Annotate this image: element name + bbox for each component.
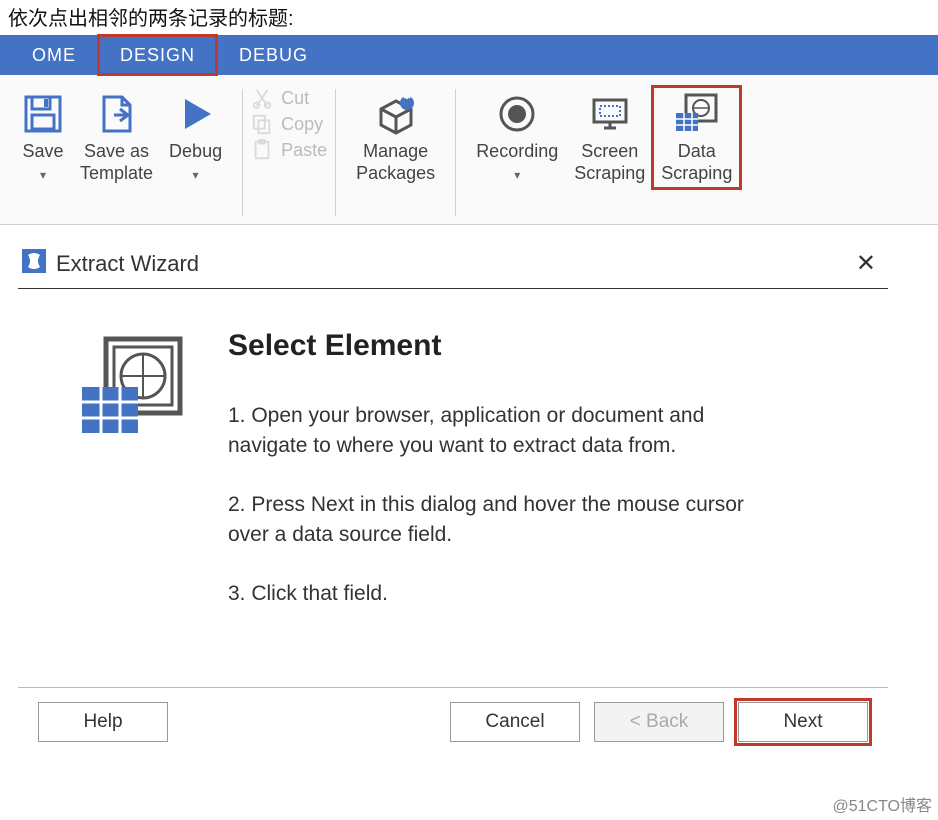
record-icon <box>495 91 539 137</box>
back-button: < Back <box>594 702 724 742</box>
data-scraping-label: Data Scraping <box>661 141 732 184</box>
tab-home[interactable]: OME <box>10 35 98 75</box>
play-icon <box>175 91 217 137</box>
next-button[interactable]: Next <box>738 702 868 742</box>
save-label: Save▾ <box>22 141 63 184</box>
paste-button: Paste <box>251 139 327 161</box>
step-1-text: 1. Open your browser, application or doc… <box>228 401 788 462</box>
cut-button: Cut <box>251 87 327 109</box>
manage-packages-label: Manage Packages <box>356 141 435 184</box>
copy-button: Copy <box>251 113 327 135</box>
dialog-title: Extract Wizard <box>56 251 199 277</box>
package-icon <box>373 91 419 137</box>
tab-debug[interactable]: DEBUG <box>217 35 330 75</box>
debug-button[interactable]: Debug▾ <box>161 87 230 188</box>
ribbon-group-file: Save▾ Save as Template Debug▾ <box>4 83 240 222</box>
dropdown-icon: ▾ <box>514 168 520 182</box>
step-2-text: 2. Press Next in this dialog and hover t… <box>228 490 788 551</box>
cancel-button[interactable]: Cancel <box>450 702 580 742</box>
separator <box>455 89 456 216</box>
manage-packages-button[interactable]: Manage Packages <box>348 87 443 188</box>
save-as-template-button[interactable]: Save as Template <box>72 87 161 188</box>
watermark-text: @51CTO博客 <box>832 792 932 816</box>
dialog-app-icon <box>22 249 46 278</box>
caption-text: 依次点出相邻的两条记录的标题: <box>0 0 938 35</box>
extract-wizard-dialog: Extract Wizard ✕ Select Element 1. Open … <box>18 243 888 760</box>
ribbon-group-clipboard: Cut Copy Paste <box>245 83 333 222</box>
dialog-titlebar: Extract Wizard ✕ <box>18 243 888 289</box>
screen-scraping-button[interactable]: Screen Scraping <box>566 87 653 188</box>
dialog-button-row: Help Cancel < Back Next <box>18 688 888 760</box>
monitor-icon <box>588 91 632 137</box>
paste-icon <box>251 139 273 161</box>
dropdown-icon: ▾ <box>40 168 46 182</box>
ribbon-group-record: Recording▾ Screen Scraping Data Scraping <box>458 83 750 222</box>
tab-strip: OME DESIGN DEBUG <box>0 35 938 75</box>
ribbon-group-tools: Manage Packages <box>338 83 453 222</box>
dropdown-icon: ▾ <box>193 168 199 182</box>
save-template-icon <box>96 91 138 137</box>
save-button[interactable]: Save▾ <box>14 87 72 188</box>
dialog-heading: Select Element <box>228 329 860 363</box>
data-scraping-button[interactable]: Data Scraping <box>653 87 740 188</box>
screen-scraping-label: Screen Scraping <box>574 141 645 184</box>
tab-design[interactable]: DESIGN <box>98 35 217 75</box>
step-3-text: 3. Click that field. <box>228 579 788 609</box>
dialog-body: Select Element 1. Open your browser, app… <box>18 289 888 688</box>
cut-label: Cut <box>281 88 309 109</box>
recording-label: Recording▾ <box>476 141 558 184</box>
debug-label: Debug▾ <box>169 141 222 184</box>
help-button[interactable]: Help <box>38 702 168 742</box>
save-as-template-label: Save as Template <box>80 141 153 184</box>
data-scraping-icon <box>674 91 720 137</box>
ribbon: Save▾ Save as Template Debug▾ Cut Copy P… <box>0 75 938 225</box>
dialog-content: Select Element 1. Open your browser, app… <box>228 329 860 637</box>
separator <box>242 89 243 216</box>
paste-label: Paste <box>281 140 327 161</box>
copy-label: Copy <box>281 114 323 135</box>
save-icon <box>22 91 64 137</box>
recording-button[interactable]: Recording▾ <box>468 87 566 188</box>
wizard-illustration-icon <box>78 329 188 637</box>
close-icon[interactable]: ✕ <box>848 247 884 280</box>
copy-icon <box>251 113 273 135</box>
separator <box>335 89 336 216</box>
cut-icon <box>251 87 273 109</box>
